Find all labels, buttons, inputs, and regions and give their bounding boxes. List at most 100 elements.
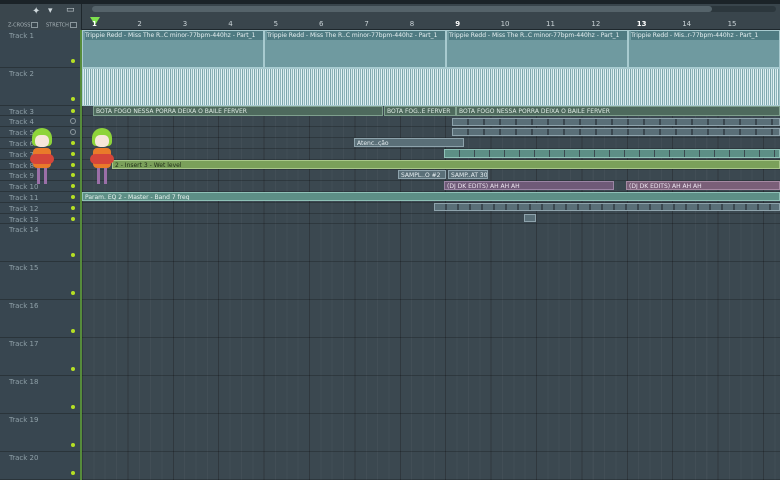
- bar-number[interactable]: 3: [183, 20, 187, 28]
- track-mute-led[interactable]: [71, 163, 75, 167]
- clip-trippie-2[interactable]: Trippie Redd - Miss The R..C minor-77bpm…: [264, 30, 446, 68]
- track-mute-led[interactable]: [71, 471, 75, 475]
- track-mute-led[interactable]: [71, 195, 75, 199]
- clip-dj-dk-2[interactable]: (DJ DK EDITS) AH AH AH: [626, 181, 780, 190]
- clip-label: Trippie Redd - Mis..r-77bpm-440hz - Part…: [631, 31, 779, 40]
- clip-sample-2[interactable]: SAMP..AT 30: [448, 170, 488, 179]
- stretch-checkbox[interactable]: [69, 22, 77, 28]
- bar-number[interactable]: 10: [501, 20, 510, 28]
- track-mute-led[interactable]: [71, 184, 75, 188]
- bar-number[interactable]: 4: [228, 20, 232, 28]
- track-name: Track 13: [9, 216, 39, 224]
- clip-label: SAMP..AT 30: [451, 172, 488, 179]
- mascot-image-2: [90, 128, 114, 186]
- clip-label: BOTA FOGO NESSA PORRA DEIXA O BAILE FERV…: [459, 108, 610, 115]
- timeline-ruler[interactable]: 1 2 3 4 5 6 7 8 9 10 11 12 13 14 15: [82, 4, 780, 30]
- track-header[interactable]: Track 20: [0, 452, 80, 480]
- track-header[interactable]: Track 4: [0, 116, 80, 127]
- stretch-label: STRETCH: [46, 22, 69, 29]
- track-mute-led[interactable]: [71, 206, 75, 210]
- clip-atencao[interactable]: Atenc..ção: [354, 138, 464, 147]
- clip-bota-fogo-3[interactable]: BOTA FOGO NESSA PORRA DEIXA O BAILE FERV…: [456, 106, 780, 116]
- row-separator: [82, 413, 780, 414]
- bar-number[interactable]: 2: [137, 20, 141, 28]
- playlist-toolbar: ✦ ▾ ▭ Z-CROSS STRETCH: [0, 4, 82, 30]
- track-headers: Track 1 Track 2 Track 3 Track 4 Track 5 Track…: [0, 30, 80, 480]
- view-toggle-icon[interactable]: ▭: [66, 5, 75, 15]
- bar-number[interactable]: 15: [728, 20, 737, 28]
- row-separator: [82, 299, 780, 300]
- scrollbar-thumb[interactable]: [92, 6, 712, 12]
- clip-track7-pattern[interactable]: [444, 149, 780, 158]
- horizontal-scrollbar[interactable]: [92, 6, 776, 12]
- track-header[interactable]: Track 2: [0, 68, 80, 106]
- track-mute-led[interactable]: [71, 253, 75, 257]
- track-mute-led[interactable]: [71, 329, 75, 333]
- bar-number[interactable]: 11: [546, 20, 555, 28]
- track-header[interactable]: Track 1: [0, 30, 80, 68]
- track-header[interactable]: Track 3: [0, 106, 80, 116]
- track-header[interactable]: Track 16: [0, 300, 80, 338]
- clip-trippie-1[interactable]: Trippie Redd - Miss The R..C minor-77bpm…: [82, 30, 264, 68]
- zcross-checkbox[interactable]: [31, 22, 39, 28]
- clip-label: Trippie Redd - Miss The R..C minor-77bpm…: [267, 31, 445, 40]
- clip-dj-dk-1[interactable]: (DJ DK EDITS) AH AH AH: [444, 181, 614, 190]
- bar-number[interactable]: 7: [364, 20, 368, 28]
- clip-track12-pattern[interactable]: [434, 203, 780, 211]
- track-name: Track 11: [9, 194, 39, 202]
- track-mute-led[interactable]: [71, 59, 75, 63]
- track-mute-led[interactable]: [71, 291, 75, 295]
- bar-number[interactable]: 9: [455, 20, 460, 28]
- stretch-toggle[interactable]: STRETCH: [46, 22, 77, 29]
- playlist-grid[interactable]: Trippie Redd - Miss The R..C minor-77bpm…: [30, 30, 780, 480]
- clip-label: 2 - Insert 3 - Wet level: [115, 162, 182, 169]
- magnet-snap-icon[interactable]: ✦: [32, 6, 40, 17]
- track-mute-led[interactable]: [71, 152, 75, 156]
- track-mute-led[interactable]: [71, 141, 75, 145]
- track-select-ring[interactable]: [70, 129, 76, 135]
- bar-number[interactable]: 8: [410, 20, 414, 28]
- track-select-ring[interactable]: [70, 118, 76, 124]
- clip-param-eq[interactable]: Param. EQ 2 - Master - Band 7 freq: [82, 192, 780, 201]
- track-header[interactable]: Track 19: [0, 414, 80, 452]
- track-header[interactable]: Track 14: [0, 224, 80, 262]
- clip-insert-wet-level[interactable]: 2 - Insert 3 - Wet level: [112, 160, 780, 169]
- track-mute-led[interactable]: [71, 97, 75, 101]
- bar-number[interactable]: 13: [637, 20, 647, 28]
- clip-sample-1[interactable]: SAMPL..O #2: [398, 170, 446, 179]
- clip-trippie-3[interactable]: Trippie Redd - Miss The R..C minor-77bpm…: [446, 30, 628, 68]
- track-mute-led[interactable]: [71, 109, 75, 113]
- bar-number[interactable]: 12: [591, 20, 600, 28]
- track-header[interactable]: Track 15: [0, 262, 80, 300]
- bar-number[interactable]: 14: [682, 20, 691, 28]
- track-header[interactable]: Track 17: [0, 338, 80, 376]
- track-header[interactable]: Track 12: [0, 203, 80, 214]
- clip-waveform-track2[interactable]: [82, 68, 780, 106]
- bar-number[interactable]: 6: [319, 20, 323, 28]
- track-header[interactable]: Track 11: [0, 192, 80, 203]
- track-mute-led[interactable]: [71, 217, 75, 221]
- clip-label: BOTA FOGO NESSA PORRA DEIXA O BAILE FERV…: [96, 108, 247, 115]
- track-name: Track 12: [9, 205, 39, 213]
- track-mute-led[interactable]: [71, 367, 75, 371]
- track-name: Track 16: [9, 302, 39, 310]
- track-mute-led[interactable]: [71, 173, 75, 177]
- clip-track13-small[interactable]: [524, 214, 536, 222]
- bar-number[interactable]: 1: [92, 20, 97, 28]
- mascot-image-1: [30, 128, 54, 186]
- track-mute-led[interactable]: [71, 405, 75, 409]
- clip-trippie-4[interactable]: Trippie Redd - Mis..r-77bpm-440hz - Part…: [628, 30, 780, 68]
- clip-label: BOTA FOG..E FERVER: [387, 108, 451, 115]
- playlist-options-icon[interactable]: ▾: [48, 6, 53, 16]
- clip-track5-pattern[interactable]: [452, 128, 780, 136]
- clip-bota-fogo-2[interactable]: BOTA FOG..E FERVER: [384, 106, 456, 116]
- track-mute-led[interactable]: [71, 443, 75, 447]
- clip-track4-pattern[interactable]: [452, 118, 780, 126]
- track-header[interactable]: Track 13: [0, 214, 80, 224]
- track-header[interactable]: Track 18: [0, 376, 80, 414]
- bar-number[interactable]: 5: [274, 20, 278, 28]
- zcross-toggle[interactable]: Z-CROSS: [8, 22, 39, 29]
- clip-bota-fogo-1[interactable]: BOTA FOGO NESSA PORRA DEIXA O BAILE FERV…: [93, 106, 383, 116]
- track-name: Track 3: [9, 108, 34, 116]
- track-name: Track 4: [9, 118, 34, 126]
